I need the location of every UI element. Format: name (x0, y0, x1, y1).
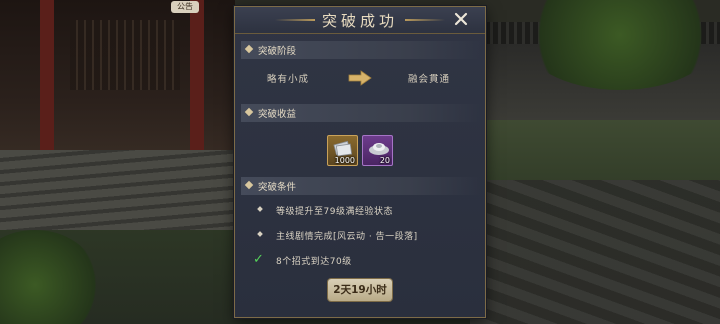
condition-text: 等级提升至79级满经验状态 (276, 207, 393, 217)
condition-text: 主线剧情完成[风云动 · 告一段落] (276, 232, 418, 242)
stage-to: 融会貫通 (408, 74, 451, 85)
checkmark-icon: ✓ (253, 252, 264, 267)
stage-section-header: 突破阶段 (241, 41, 481, 59)
breakthrough-dialog: 突破成功 突破阶段 略有小成 融会貫通 突破收益 1000 20 突破条件 等级… (234, 6, 486, 318)
condition-item: ✓ 8个招式到达70级 (235, 252, 485, 270)
pillar (190, 0, 204, 150)
bullet-icon (257, 231, 263, 237)
diamond-icon (244, 44, 254, 54)
condition-item: 等级提升至79级满经验状态 (235, 202, 485, 220)
countdown-timer: 2天19小时 (328, 279, 392, 301)
section-label: 突破收益 (258, 109, 297, 120)
title-ornament-right (405, 19, 445, 21)
dialog-title: 突破成功 (321, 12, 398, 30)
title-bar: 突破成功 (235, 7, 485, 34)
stage-row: 略有小成 融会貫通 (235, 67, 485, 89)
arrow-right-icon (347, 69, 377, 87)
reward-item-silver-ingot[interactable]: 20 (362, 135, 393, 166)
section-label: 突破条件 (258, 182, 297, 193)
reward-count: 1000 (334, 156, 355, 165)
diamond-icon (244, 180, 254, 190)
paved-floor (470, 180, 720, 324)
silver-ingot-icon (369, 143, 389, 155)
building-left (0, 0, 235, 170)
close-icon[interactable] (451, 11, 471, 29)
condition-section-header: 突破条件 (241, 177, 481, 195)
window-lattice (70, 20, 180, 90)
section-label: 突破阶段 (258, 46, 297, 57)
notice-button[interactable]: 公告 (171, 1, 199, 13)
reward-count: 20 (379, 156, 390, 165)
reward-section-header: 突破收益 (241, 104, 481, 122)
bullet-icon (257, 206, 263, 212)
diamond-icon (244, 107, 254, 117)
stone-steps (0, 150, 235, 230)
stage-from: 略有小成 (267, 74, 310, 85)
reward-list: 1000 20 (327, 135, 397, 169)
condition-text: 8个招式到达70级 (276, 257, 352, 267)
reward-item-silver-notes[interactable]: 1000 (327, 135, 358, 166)
condition-item: 主线剧情完成[风云动 · 告一段落] (235, 227, 485, 245)
pillar (40, 0, 54, 150)
